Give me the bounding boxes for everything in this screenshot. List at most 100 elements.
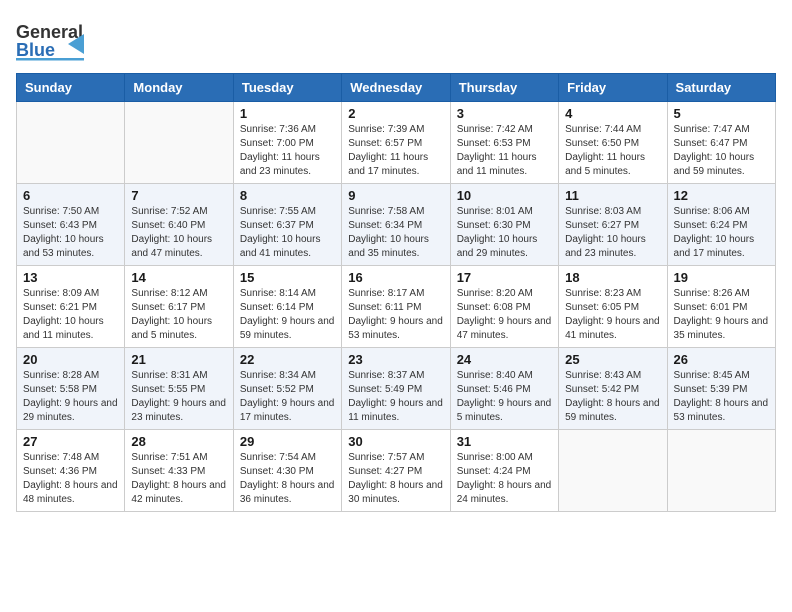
- day-info: Sunrise: 8:34 AM Sunset: 5:52 PM Dayligh…: [240, 369, 335, 425]
- weekday-header-thursday: Thursday: [450, 74, 558, 102]
- day-info: Sunrise: 7:51 AM Sunset: 4:33 PM Dayligh…: [131, 451, 226, 507]
- day-info: Sunrise: 7:44 AM Sunset: 6:50 PM Dayligh…: [565, 123, 660, 179]
- weekday-header-sunday: Sunday: [17, 74, 125, 102]
- calendar-day-cell: 7 Sunrise: 7:52 AM Sunset: 6:40 PM Daylig…: [125, 184, 233, 266]
- weekday-header-monday: Monday: [125, 74, 233, 102]
- calendar-day-cell: 31 Sunrise: 8:00 AM Sunset: 4:24 PM Dayli…: [450, 430, 558, 512]
- calendar-day-cell: 4 Sunrise: 7:44 AM Sunset: 6:50 PM Daylig…: [559, 102, 667, 184]
- calendar-week-row: 6 Sunrise: 7:50 AM Sunset: 6:43 PM Daylig…: [17, 184, 776, 266]
- calendar-day-cell: 22Sunrise: 8:34 AM Sunset: 5:52 PM Dayli…: [233, 348, 341, 430]
- day-number: 14: [131, 270, 226, 285]
- weekday-header-tuesday: Tuesday: [233, 74, 341, 102]
- day-info: Sunrise: 8:14 AM Sunset: 6:14 PM Dayligh…: [240, 287, 335, 343]
- calendar-day-cell: [559, 430, 667, 512]
- day-number: 6: [23, 188, 118, 203]
- day-info: Sunrise: 8:37 AM Sunset: 5:49 PM Dayligh…: [348, 369, 443, 425]
- weekday-header-friday: Friday: [559, 74, 667, 102]
- calendar-week-row: 1 Sunrise: 7:36 AM Sunset: 7:00 PM Daylig…: [17, 102, 776, 184]
- day-info: Sunrise: 7:50 AM Sunset: 6:43 PM Dayligh…: [23, 205, 118, 261]
- day-info: Sunrise: 8:43 AM Sunset: 5:42 PM Dayligh…: [565, 369, 660, 425]
- day-number: 8: [240, 188, 335, 203]
- day-number: 2: [348, 106, 443, 121]
- day-number: 5: [674, 106, 769, 121]
- calendar-day-cell: 20 Sunrise: 8:28 AM Sunset: 5:58 PM Dayli…: [17, 348, 125, 430]
- day-info: Sunrise: 7:39 AM Sunset: 6:57 PM Dayligh…: [348, 123, 443, 179]
- day-number: 18: [565, 270, 660, 285]
- calendar-day-cell: 15 Sunrise: 8:14 AM Sunset: 6:14 PM Dayli…: [233, 266, 341, 348]
- calendar-day-cell: 16 Sunrise: 8:17 AM Sunset: 6:11 PM Dayli…: [342, 266, 450, 348]
- calendar-table: SundayMondayTuesdayWednesdayThursdayFrid…: [16, 73, 776, 512]
- day-info: Sunrise: 8:12 AM Sunset: 6:17 PM Dayligh…: [131, 287, 226, 343]
- calendar-day-cell: 28Sunrise: 7:51 AM Sunset: 4:33 PM Dayli…: [125, 430, 233, 512]
- day-info: Sunrise: 8:23 AM Sunset: 6:05 PM Dayligh…: [565, 287, 660, 343]
- calendar-week-row: 13Sunrise: 8:09 AM Sunset: 6:21 PM Dayli…: [17, 266, 776, 348]
- day-info: Sunrise: 8:20 AM Sunset: 6:08 PM Dayligh…: [457, 287, 552, 343]
- day-info: Sunrise: 8:28 AM Sunset: 5:58 PM Dayligh…: [23, 369, 118, 425]
- day-info: Sunrise: 8:01 AM Sunset: 6:30 PM Dayligh…: [457, 205, 552, 261]
- day-info: Sunrise: 8:40 AM Sunset: 5:46 PM Dayligh…: [457, 369, 552, 425]
- calendar-week-row: 20 Sunrise: 8:28 AM Sunset: 5:58 PM Dayli…: [17, 348, 776, 430]
- day-info: Sunrise: 8:06 AM Sunset: 6:24 PM Dayligh…: [674, 205, 769, 261]
- day-number: 21: [131, 352, 226, 367]
- day-number: 10: [457, 188, 552, 203]
- svg-text:General: General: [16, 22, 83, 42]
- day-info: Sunrise: 7:48 AM Sunset: 4:36 PM Dayligh…: [23, 451, 118, 507]
- calendar-header-row: SundayMondayTuesdayWednesdayThursdayFrid…: [17, 74, 776, 102]
- day-info: Sunrise: 7:52 AM Sunset: 6:40 PM Dayligh…: [131, 205, 226, 261]
- day-number: 1: [240, 106, 335, 121]
- calendar-day-cell: 30 Sunrise: 7:57 AM Sunset: 4:27 PM Dayli…: [342, 430, 450, 512]
- calendar-day-cell: [125, 102, 233, 184]
- calendar-day-cell: 17 Sunrise: 8:20 AM Sunset: 6:08 PM Dayli…: [450, 266, 558, 348]
- calendar-day-cell: 12 Sunrise: 8:06 AM Sunset: 6:24 PM Dayli…: [667, 184, 775, 266]
- weekday-header-saturday: Saturday: [667, 74, 775, 102]
- day-info: Sunrise: 8:26 AM Sunset: 6:01 PM Dayligh…: [674, 287, 769, 343]
- calendar-day-cell: 18 Sunrise: 8:23 AM Sunset: 6:05 PM Dayli…: [559, 266, 667, 348]
- calendar-day-cell: 21 Sunrise: 8:31 AM Sunset: 5:55 PM Dayli…: [125, 348, 233, 430]
- day-number: 9: [348, 188, 443, 203]
- day-number: 24: [457, 352, 552, 367]
- day-number: 17: [457, 270, 552, 285]
- calendar-day-cell: 29 Sunrise: 7:54 AM Sunset: 4:30 PM Dayli…: [233, 430, 341, 512]
- calendar-day-cell: 14 Sunrise: 8:12 AM Sunset: 6:17 PM Dayli…: [125, 266, 233, 348]
- calendar-day-cell: 19Sunrise: 8:26 AM Sunset: 6:01 PM Dayli…: [667, 266, 775, 348]
- weekday-header-wednesday: Wednesday: [342, 74, 450, 102]
- day-info: Sunrise: 7:36 AM Sunset: 7:00 PM Dayligh…: [240, 123, 335, 179]
- day-number: 29: [240, 434, 335, 449]
- day-number: 31: [457, 434, 552, 449]
- calendar-day-cell: 25Sunrise: 8:43 AM Sunset: 5:42 PM Dayli…: [559, 348, 667, 430]
- day-number: 26: [674, 352, 769, 367]
- calendar-day-cell: 2 Sunrise: 7:39 AM Sunset: 6:57 PM Daylig…: [342, 102, 450, 184]
- calendar-day-cell: 9Sunrise: 7:58 AM Sunset: 6:34 PM Daylig…: [342, 184, 450, 266]
- day-number: 23: [348, 352, 443, 367]
- svg-text:Blue: Blue: [16, 40, 55, 60]
- day-info: Sunrise: 7:55 AM Sunset: 6:37 PM Dayligh…: [240, 205, 335, 261]
- calendar-day-cell: 3Sunrise: 7:42 AM Sunset: 6:53 PM Daylig…: [450, 102, 558, 184]
- day-number: 15: [240, 270, 335, 285]
- day-number: 27: [23, 434, 118, 449]
- calendar-day-cell: [667, 430, 775, 512]
- page-header: General Blue: [16, 16, 776, 61]
- calendar-day-cell: [17, 102, 125, 184]
- day-number: 4: [565, 106, 660, 121]
- day-info: Sunrise: 8:17 AM Sunset: 6:11 PM Dayligh…: [348, 287, 443, 343]
- calendar-day-cell: 8 Sunrise: 7:55 AM Sunset: 6:37 PM Daylig…: [233, 184, 341, 266]
- day-number: 30: [348, 434, 443, 449]
- day-number: 7: [131, 188, 226, 203]
- day-info: Sunrise: 8:31 AM Sunset: 5:55 PM Dayligh…: [131, 369, 226, 425]
- day-number: 11: [565, 188, 660, 203]
- logo: General Blue: [16, 16, 86, 61]
- calendar-day-cell: 26Sunrise: 8:45 AM Sunset: 5:39 PM Dayli…: [667, 348, 775, 430]
- day-number: 20: [23, 352, 118, 367]
- day-number: 3: [457, 106, 552, 121]
- day-info: Sunrise: 8:03 AM Sunset: 6:27 PM Dayligh…: [565, 205, 660, 261]
- day-info: Sunrise: 8:00 AM Sunset: 4:24 PM Dayligh…: [457, 451, 552, 507]
- day-number: 16: [348, 270, 443, 285]
- calendar-week-row: 27 Sunrise: 7:48 AM Sunset: 4:36 PM Dayli…: [17, 430, 776, 512]
- day-info: Sunrise: 7:54 AM Sunset: 4:30 PM Dayligh…: [240, 451, 335, 507]
- calendar-day-cell: 11 Sunrise: 8:03 AM Sunset: 6:27 PM Dayli…: [559, 184, 667, 266]
- day-number: 12: [674, 188, 769, 203]
- calendar-day-cell: 6 Sunrise: 7:50 AM Sunset: 6:43 PM Daylig…: [17, 184, 125, 266]
- calendar-day-cell: 23 Sunrise: 8:37 AM Sunset: 5:49 PM Dayli…: [342, 348, 450, 430]
- day-info: Sunrise: 7:57 AM Sunset: 4:27 PM Dayligh…: [348, 451, 443, 507]
- calendar-day-cell: 1 Sunrise: 7:36 AM Sunset: 7:00 PM Daylig…: [233, 102, 341, 184]
